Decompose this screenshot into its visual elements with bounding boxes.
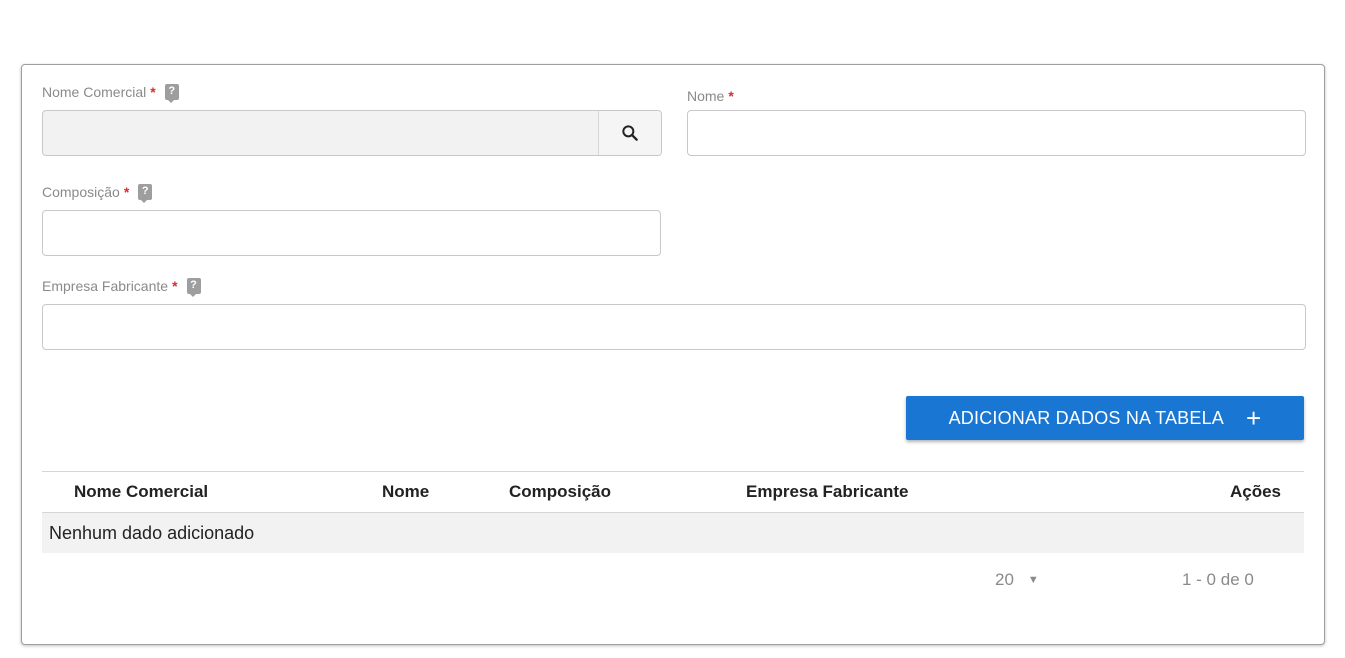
nome-comercial-label: Nome Comercial * ? <box>42 84 179 103</box>
column-header-acoes: Ações <box>1229 482 1281 501</box>
required-mark: * <box>728 88 734 104</box>
column-header-nome-comercial[interactable]: Nome Comercial <box>74 472 208 512</box>
column-header-empresa-fabricante[interactable]: Empresa Fabricante <box>746 472 909 512</box>
required-mark: * <box>172 278 178 294</box>
required-mark: * <box>150 84 156 100</box>
search-button[interactable] <box>598 111 661 155</box>
data-table: Nome Comercial Nome Composição Empresa F… <box>42 471 1304 553</box>
nome-label: Nome * <box>687 88 734 104</box>
required-mark: * <box>123 184 130 200</box>
composicao-label-text: Composição <box>42 184 120 200</box>
empresa-fabricante-input[interactable] <box>42 304 1306 350</box>
help-icon[interactable]: ? <box>186 278 201 297</box>
page-range: 1 - 0 de 0 <box>1182 570 1254 589</box>
column-header-nome[interactable]: Nome <box>382 472 429 512</box>
page-size-value: 20 <box>995 570 1014 589</box>
nome-input[interactable] <box>687 110 1306 156</box>
column-header-composicao[interactable]: Composição <box>509 472 611 512</box>
nome-comercial-label-text: Nome Comercial <box>42 84 147 100</box>
form-card: Nome Comercial * ? Nome * Composição * ?… <box>21 64 1325 645</box>
nome-comercial-field <box>42 110 662 156</box>
nome-label-text: Nome <box>687 88 725 104</box>
add-data-button-label: ADICIONAR DADOS NA TABELA <box>948 407 1224 428</box>
table-empty-row: Nenhum dado adicionado <box>42 513 1304 553</box>
add-data-button[interactable]: ADICIONAR DADOS NA TABELA + <box>906 396 1304 440</box>
plus-icon: + <box>1246 403 1262 433</box>
composicao-input[interactable] <box>42 210 661 256</box>
nome-comercial-input[interactable] <box>43 111 599 155</box>
table-header: Nome Comercial Nome Composição Empresa F… <box>42 471 1304 513</box>
empresa-fabricante-label: Empresa Fabricante * ? <box>42 278 201 297</box>
help-icon[interactable]: ? <box>138 184 153 203</box>
composicao-label: Composição * ? <box>42 184 153 203</box>
caret-down-icon: ▼ <box>1027 574 1039 586</box>
search-icon <box>622 125 638 141</box>
empresa-fabricante-label-text: Empresa Fabricante <box>42 278 169 294</box>
page-size-select[interactable]: 20 ▼ <box>995 570 1039 590</box>
help-icon[interactable]: ? <box>164 84 179 103</box>
